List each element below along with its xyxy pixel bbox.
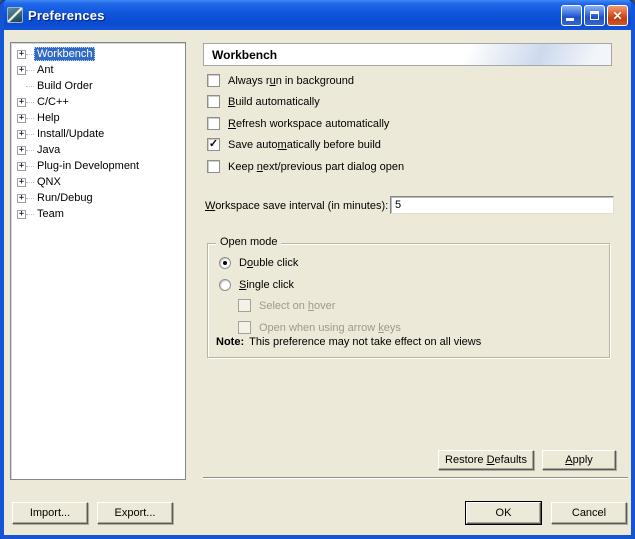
checkbox-refresh-workspace[interactable]: Refresh workspace automatically (207, 117, 389, 130)
tree-item-build-order[interactable]: Build Order (11, 78, 185, 94)
restore-defaults-button[interactable]: Restore Defaults (438, 450, 534, 470)
tree-item-plugin-development[interactable]: + Plug-in Development (11, 158, 185, 174)
checkbox-label: Select on hover (259, 300, 335, 312)
checkbox-box (238, 321, 251, 334)
tree-item-java[interactable]: + Java (11, 142, 185, 158)
tree-connector (26, 118, 34, 119)
page-title-banner: Workbench (203, 43, 612, 66)
checkbox-box[interactable] (207, 74, 220, 87)
tree-connector (26, 166, 34, 167)
expander-icon[interactable]: + (17, 98, 26, 107)
maximize-button[interactable] (584, 5, 605, 26)
cancel-button[interactable]: Cancel (551, 502, 627, 524)
tree-connector (26, 70, 34, 71)
checkbox-box[interactable] (207, 117, 220, 130)
preferences-app-icon (7, 7, 23, 23)
checkbox-save-before-build[interactable]: ✓ Save automatically before build (207, 138, 381, 151)
tree-item-ant[interactable]: + Ant (11, 62, 185, 78)
checkbox-build-automatically[interactable]: Build automatically (207, 95, 320, 108)
checkbox-label: Open when using arrow keys (259, 322, 401, 334)
expander-icon[interactable]: + (17, 50, 26, 59)
radio-icon[interactable] (219, 257, 231, 269)
tree-item-label[interactable]: Java (34, 143, 63, 157)
checkbox-label: Refresh workspace automatically (228, 118, 389, 130)
preferences-tree[interactable]: + Workbench + Ant Build Order + C/C++ + (10, 42, 186, 480)
checkmark-icon: ✓ (209, 139, 218, 150)
tree-item-label[interactable]: Workbench (34, 47, 95, 61)
maximize-icon (590, 11, 599, 20)
minimize-icon (566, 18, 574, 21)
workspace-save-interval-label: Workspace save interval (in minutes): (205, 200, 388, 212)
checkbox-box[interactable]: ✓ (207, 138, 220, 151)
checkbox-box[interactable] (207, 160, 220, 173)
radio-icon[interactable] (219, 279, 231, 291)
dialog-body: + Workbench + Ant Build Order + C/C++ + (4, 30, 631, 535)
checkbox-box (238, 299, 251, 312)
tree-item-label[interactable]: Install/Update (34, 127, 107, 141)
workspace-save-interval-input[interactable] (390, 196, 614, 214)
checkbox-label: Keep next/previous part dialog open (228, 161, 404, 173)
radio-label: Single click (239, 279, 294, 291)
tree-item-qnx[interactable]: + QNX (11, 174, 185, 190)
note-label: Note: (216, 336, 244, 348)
tree-connector (26, 150, 34, 151)
checkbox-select-on-hover: Select on hover (238, 299, 335, 312)
expander-icon[interactable]: + (17, 130, 26, 139)
tree-item-team[interactable]: + Team (11, 206, 185, 222)
checkbox-open-arrow-keys: Open when using arrow keys (238, 321, 401, 334)
tree-connector (26, 182, 34, 183)
tree-item-c-cpp[interactable]: + C/C++ (11, 94, 185, 110)
tree-item-label[interactable]: Build Order (34, 79, 96, 93)
tree-item-install-update[interactable]: + Install/Update (11, 126, 185, 142)
page-title: Workbench (212, 48, 277, 62)
tree-connector (26, 198, 34, 199)
minimize-button[interactable] (561, 5, 582, 26)
preferences-dialog: Preferences ✕ + Workbench + Ant Build Or… (0, 0, 635, 539)
tree-item-label[interactable]: QNX (34, 175, 64, 189)
close-icon: ✕ (612, 10, 622, 22)
expander-icon (17, 82, 26, 91)
checkbox-always-run-in-background[interactable]: Always run in background (207, 74, 354, 87)
tree-item-workbench[interactable]: + Workbench (11, 46, 185, 62)
footer-separator (203, 477, 628, 479)
export-button[interactable]: Export... (97, 502, 173, 524)
expander-icon[interactable]: + (17, 210, 26, 219)
expander-icon[interactable]: + (17, 146, 26, 155)
radio-label: Double click (239, 257, 298, 269)
checkbox-keep-part-dialog-open[interactable]: Keep next/previous part dialog open (207, 160, 404, 173)
expander-icon[interactable]: + (17, 194, 26, 203)
expander-icon[interactable]: + (17, 114, 26, 123)
radio-single-click[interactable]: Single click (219, 279, 294, 291)
tree-item-label[interactable]: Run/Debug (34, 191, 96, 205)
title-bar[interactable]: Preferences ✕ (0, 0, 635, 30)
tree-item-label[interactable]: Team (34, 207, 67, 221)
tree-connector (26, 214, 34, 215)
tree-item-label[interactable]: Ant (34, 63, 57, 77)
expander-icon[interactable]: + (17, 162, 26, 171)
open-mode-group: Open mode Double click Single click Sele… (207, 243, 610, 358)
tree-item-label[interactable]: C/C++ (34, 95, 72, 109)
open-mode-group-title: Open mode (216, 236, 281, 248)
tree-connector (26, 102, 34, 103)
expander-icon[interactable]: + (17, 178, 26, 187)
tree-item-label[interactable]: Plug-in Development (34, 159, 142, 173)
radio-double-click[interactable]: Double click (219, 257, 298, 269)
ok-button[interactable]: OK (466, 502, 541, 524)
tree-connector (26, 86, 34, 87)
tree-item-run-debug[interactable]: + Run/Debug (11, 190, 185, 206)
tree-connector (26, 134, 34, 135)
checkbox-box[interactable] (207, 95, 220, 108)
apply-button[interactable]: Apply (542, 450, 616, 470)
expander-icon[interactable]: + (17, 66, 26, 75)
tree-connector (26, 54, 34, 55)
note-text: Note:This preference may not take effect… (216, 336, 481, 348)
tree-item-help[interactable]: + Help (11, 110, 185, 126)
import-button[interactable]: Import... (12, 502, 88, 524)
close-button[interactable]: ✕ (607, 5, 628, 26)
checkbox-label: Save automatically before build (228, 139, 381, 151)
checkbox-label: Build automatically (228, 96, 320, 108)
window-title: Preferences (28, 8, 105, 23)
checkbox-label: Always run in background (228, 75, 354, 87)
tree-item-label[interactable]: Help (34, 111, 63, 125)
